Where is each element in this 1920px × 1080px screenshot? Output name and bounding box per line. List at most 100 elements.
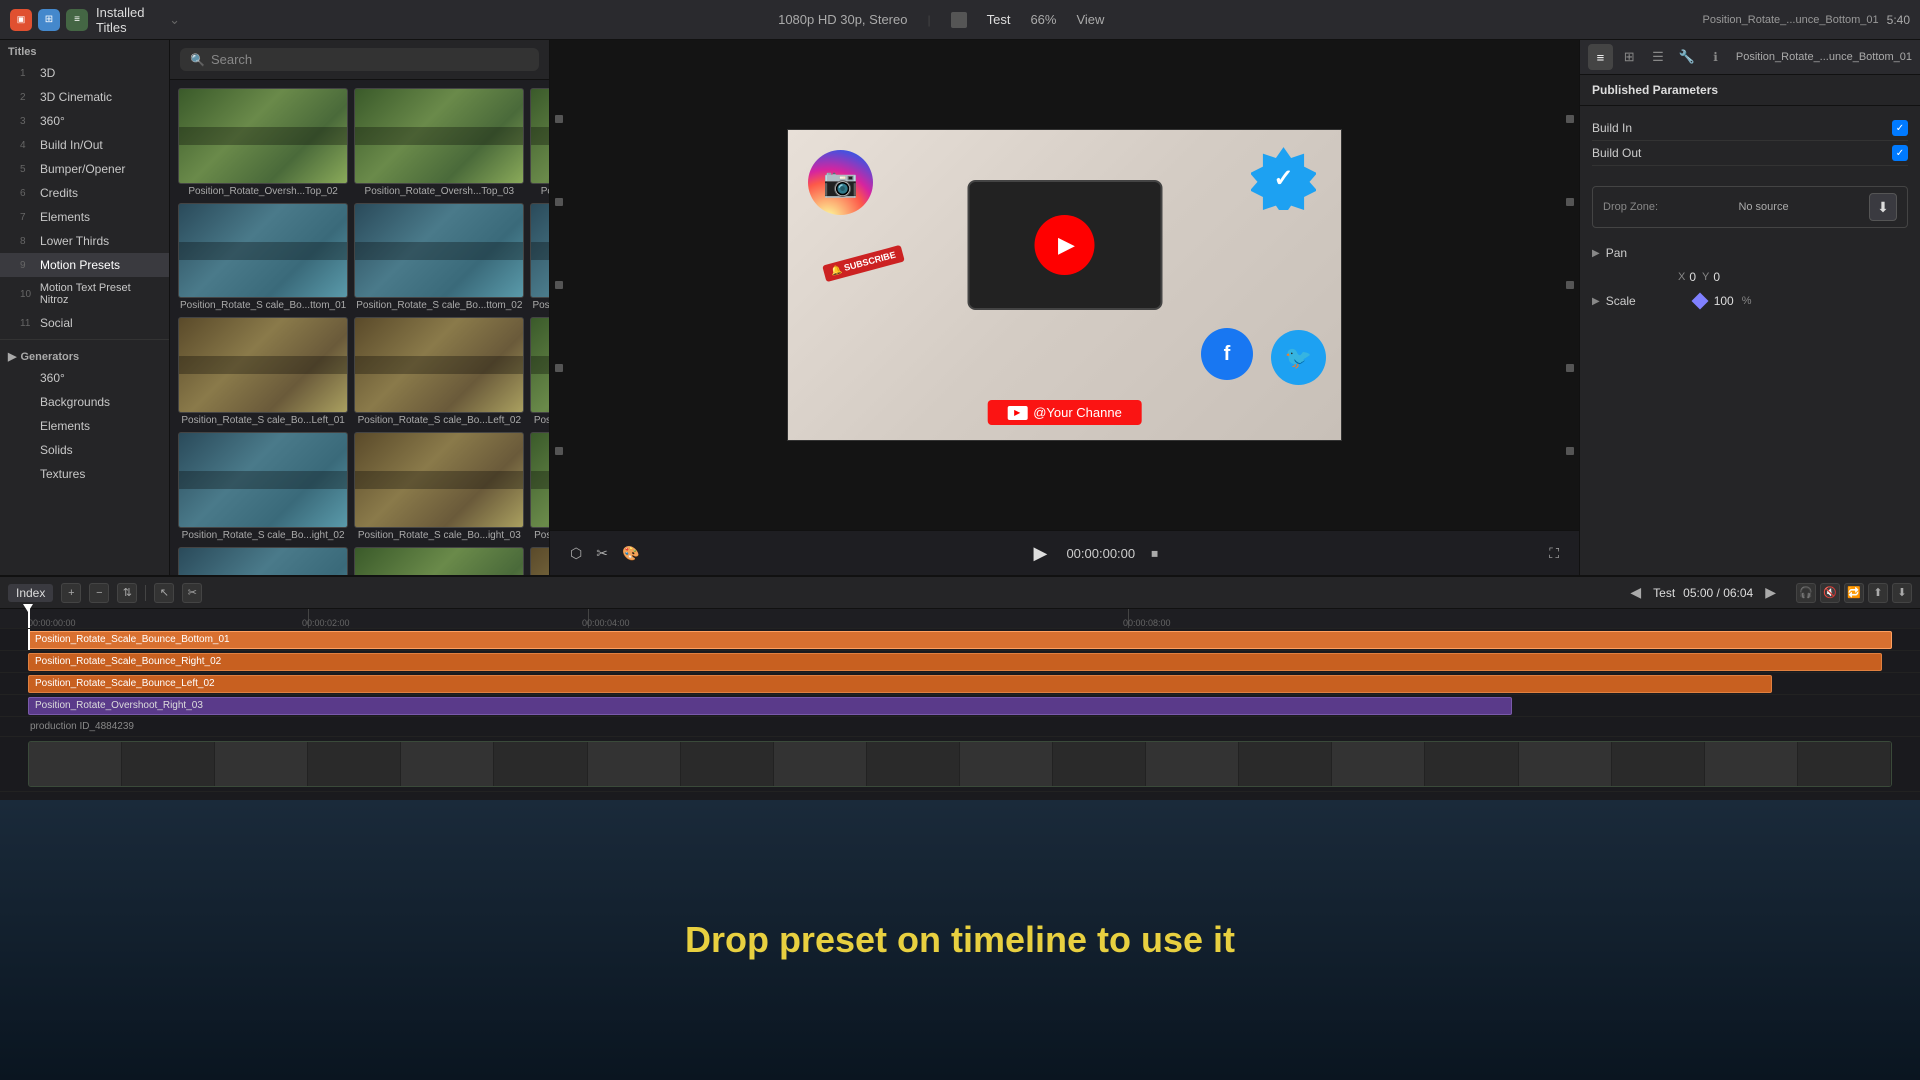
list-item[interactable]: Position_Rotate_Oversh...Top_04 xyxy=(530,88,549,197)
play-button[interactable]: ▶ xyxy=(1026,539,1054,567)
sidebar-item-credits[interactable]: 6 Credits xyxy=(0,181,169,205)
sidebar-item-solids[interactable]: Solids xyxy=(0,438,169,462)
list-item[interactable]: Position_Rotate_Oversh...Top_03 xyxy=(354,88,524,197)
video-track-clips[interactable] xyxy=(28,741,1892,787)
list-item[interactable]: Position_Rotate_S cale_Bo...ttom_03 xyxy=(530,203,549,312)
track-clip-3[interactable]: Position_Rotate_Scale_Bounce_Left_02 xyxy=(28,675,1772,693)
sidebar-item-elements[interactable]: 7 Elements xyxy=(0,205,169,229)
info-button[interactable]: ℹ xyxy=(1703,44,1728,70)
sidebar-item-gen-360[interactable]: 360° xyxy=(0,366,169,390)
search-input[interactable] xyxy=(211,52,529,67)
installed-titles-label[interactable]: Installed Titles ⌄ xyxy=(96,5,180,35)
list-item[interactable]: Position_Rotate_S cale_Bo...ttom_01 xyxy=(178,203,348,312)
drop-zone-button[interactable]: ⬇ xyxy=(1869,193,1897,221)
list-item[interactable]: Position_Rotate_S cale_Bo...Left_03 xyxy=(530,317,549,426)
stop-button[interactable]: ⏹ xyxy=(1147,543,1162,564)
list-item[interactable]: Position_Rotate_Oversh...Top_07 xyxy=(530,547,549,575)
right-panel-tabs: ≡ ⊞ ☰ 🔧 ℹ Position_Rotate_...unce_Bottom… xyxy=(1580,40,1920,75)
transform-tool-button[interactable]: ⬡ xyxy=(566,543,586,564)
pan-expand-arrow: ▶ xyxy=(1592,248,1600,259)
preview-side-markers xyxy=(550,40,568,530)
color-tool-button[interactable]: 🎨 xyxy=(618,543,643,564)
sidebar-item-textures[interactable]: Textures xyxy=(0,462,169,486)
timeline-tracks: Position_Rotate_Scale_Bounce_Bottom_01 P… xyxy=(0,629,1920,800)
pan-expand-row[interactable]: ▶ Pan xyxy=(1592,240,1908,266)
y-value[interactable]: 0 xyxy=(1713,270,1720,284)
list-item[interactable]: Position_Rotate_S cale_Bo...ight_03 xyxy=(354,432,524,541)
sidebar-item-backgrounds[interactable]: Backgrounds xyxy=(0,390,169,414)
item-label: Position_Rotate_S cale_Bo...ight_03 xyxy=(354,530,524,541)
tl-select-button[interactable]: ↖ xyxy=(154,583,174,603)
timeline-timecode: 05:00 / 06:04 xyxy=(1683,586,1753,600)
search-icon: 🔍 xyxy=(190,53,205,67)
audio-button[interactable]: 🎧 xyxy=(1796,583,1816,603)
list-item[interactable]: Position_Rotate_Oversh...Top_02 xyxy=(178,88,348,197)
build-out-checkbox[interactable]: ✓ xyxy=(1892,145,1908,161)
list-item[interactable]: Position_Rotate_Oversh...Top_05 xyxy=(178,547,348,575)
track-clip-2[interactable]: Position_Rotate_Scale_Bounce_Right_02 xyxy=(28,653,1882,671)
timecode-display: 00:00:00:00 xyxy=(1066,546,1135,561)
published-params-title: Published Parameters xyxy=(1580,75,1920,106)
zoom-label[interactable]: 66% xyxy=(1030,12,1056,27)
sidebar-item-3d-cinematic[interactable]: 2 3D Cinematic xyxy=(0,85,169,109)
tab-grid[interactable]: ⊞ xyxy=(1617,44,1642,70)
list-item[interactable]: Position_Rotate_S cale_Bo...Left_02 xyxy=(354,317,524,426)
track-row-1: Position_Rotate_Scale_Bounce_Bottom_01 xyxy=(0,629,1920,651)
x-value[interactable]: 0 xyxy=(1689,270,1696,284)
fullscreen-button[interactable]: ⛶ xyxy=(1545,543,1563,564)
view-button[interactable]: View xyxy=(1076,12,1104,27)
sidebar-item-lower-thirds[interactable]: 8 Lower Thirds xyxy=(0,229,169,253)
list-item[interactable]: Position_Rotate_S cale_Bo...ight_04 xyxy=(530,432,549,541)
playhead[interactable] xyxy=(28,609,30,628)
tab-published-params[interactable]: ≡ xyxy=(1588,44,1613,70)
app-icon-2[interactable]: ⊞ xyxy=(38,9,60,31)
tab-inspector[interactable]: 🔧 xyxy=(1674,44,1699,70)
app-icon-1[interactable]: ▣ xyxy=(10,9,32,31)
preview-background: 📷 ✓ ▶ xyxy=(788,130,1341,440)
tl-trim-button[interactable]: ✂ xyxy=(182,583,202,603)
loop-button[interactable]: 🔁 xyxy=(1844,583,1864,603)
list-item[interactable]: Position_Rotate_Oversh...Top_06 xyxy=(354,547,524,575)
sidebar-item-motion-presets[interactable]: 9 Motion Presets xyxy=(0,253,169,277)
import-button[interactable]: ⬇ xyxy=(1892,583,1912,603)
mute-button[interactable]: 🔇 xyxy=(1820,583,1840,603)
app-icons: ▣ ⊞ ≡ xyxy=(10,9,88,31)
tl-add-button[interactable]: + xyxy=(61,583,81,603)
sidebar-item-bumper[interactable]: 5 Bumper/Opener xyxy=(0,157,169,181)
sidebar-item-build-in-out[interactable]: 4 Build In/Out xyxy=(0,133,169,157)
verified-badge: ✓ xyxy=(1251,145,1316,210)
build-in-label: Build In xyxy=(1592,121,1632,135)
sidebar-item-motion-text[interactable]: 10 Motion Text Preset Nitroz xyxy=(0,277,169,311)
sidebar-item-social[interactable]: 11 Social xyxy=(0,311,169,335)
index-tab[interactable]: Index xyxy=(8,584,53,602)
scale-row: ▶ Scale 100 % xyxy=(1580,290,1920,312)
list-item[interactable]: Position_Rotate_S cale_Bo...ight_02 xyxy=(178,432,348,541)
track-clip-1[interactable]: Position_Rotate_Scale_Bounce_Bottom_01 xyxy=(28,631,1892,649)
tl-expand-button[interactable]: ⇅ xyxy=(117,583,137,603)
list-item[interactable]: Position_Rotate_S cale_Bo...ttom_02 xyxy=(354,203,524,312)
search-input-wrapper[interactable]: 🔍 xyxy=(180,48,539,71)
pan-x-coord: X 0 xyxy=(1678,270,1696,284)
nav-next-button[interactable]: ▶ xyxy=(1761,584,1780,601)
scale-keyframe-diamond[interactable] xyxy=(1691,293,1708,310)
edit-tool-button[interactable]: ✂ xyxy=(592,543,612,564)
list-item[interactable]: Position_Rotate_S cale_Bo...Left_01 xyxy=(178,317,348,426)
generators-header: ▶ Generators xyxy=(0,344,169,366)
sidebar-item-360[interactable]: 3 360° xyxy=(0,109,169,133)
item-label: Position_Rotate_S cale_Bo...Left_02 xyxy=(354,415,524,426)
tl-delete-button[interactable]: − xyxy=(89,583,109,603)
track-clip-4[interactable]: Position_Rotate_Overshoot_Right_03 xyxy=(28,697,1512,715)
scale-value[interactable]: 100 xyxy=(1714,294,1734,308)
nav-prev-button[interactable]: ◀ xyxy=(1626,584,1645,601)
grid-panel: Position_Rotate_Oversh...Top_02 Position… xyxy=(170,80,549,575)
export-button[interactable]: ⬆ xyxy=(1868,583,1888,603)
sidebar-item-gen-elements[interactable]: Elements xyxy=(0,414,169,438)
build-out-label: Build Out xyxy=(1592,146,1641,160)
tab-list[interactable]: ☰ xyxy=(1646,44,1671,70)
thumb xyxy=(178,547,348,575)
sidebar-item-3d[interactable]: 1 3D xyxy=(0,61,169,85)
item-label: Position_Rotate_S cale_Bo...ight_02 xyxy=(178,530,348,541)
timeline-nav: ◀ Test 05:00 / 06:04 ▶ 🎧 🔇 🔁 ⬆ ⬇ xyxy=(1626,583,1912,603)
app-icon-3[interactable]: ≡ xyxy=(66,9,88,31)
build-in-checkbox[interactable]: ✓ xyxy=(1892,120,1908,136)
